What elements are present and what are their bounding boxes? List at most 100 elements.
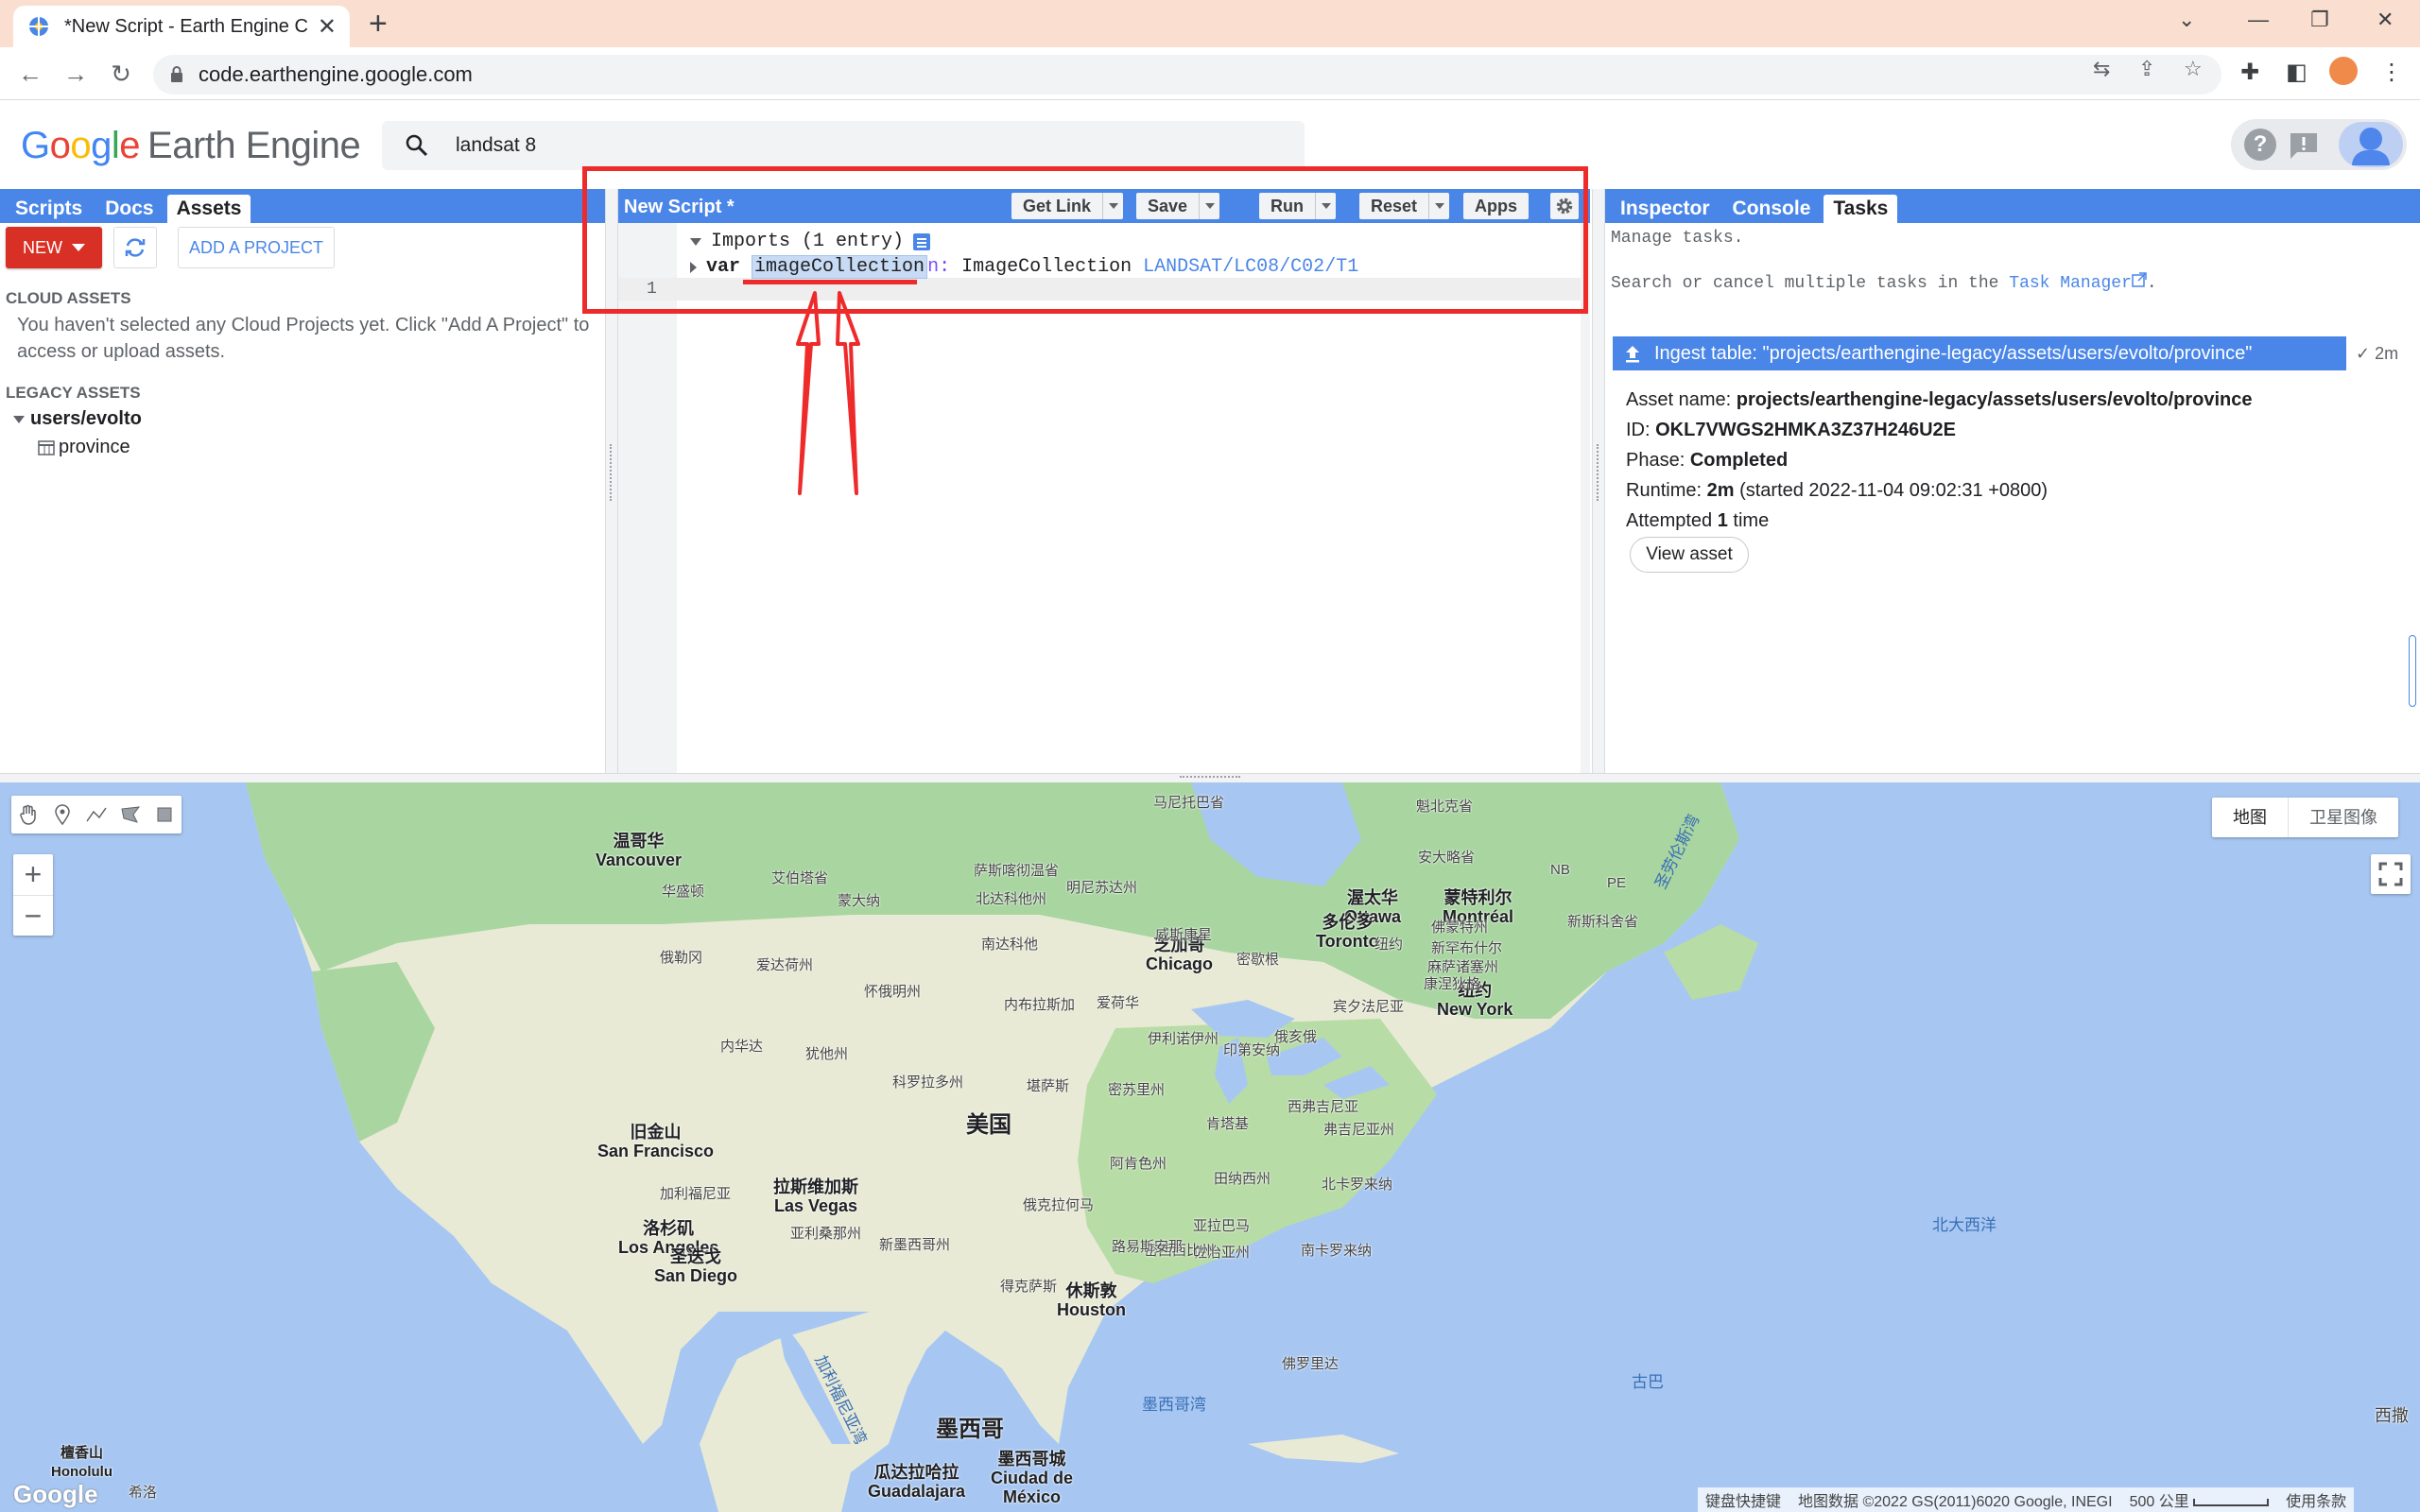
map-label: 密苏里州	[1108, 1082, 1166, 1098]
map-label: 堪萨斯	[1027, 1078, 1070, 1094]
close-window-icon[interactable]: ✕	[2377, 6, 2394, 34]
refresh-button[interactable]	[113, 227, 157, 268]
city-label: 瓜达拉哈拉 Guadalajara	[868, 1463, 965, 1501]
browser-tab-bar: *New Script - Earth Engine Co ✕ + ⌄ — ❐ …	[0, 0, 2420, 47]
browser-tab[interactable]: *New Script - Earth Engine Co ✕	[13, 6, 350, 47]
city-en: Vancouver	[596, 850, 683, 869]
attempted-count: 1	[1717, 510, 1728, 531]
runtime-started: (started 2022-11-04 09:02:31 +0800)	[1739, 480, 2048, 501]
new-button[interactable]: NEW	[6, 227, 102, 268]
search-icon	[406, 134, 428, 157]
expand-triangle-icon[interactable]	[13, 415, 25, 423]
help-icon[interactable]: ?	[2244, 129, 2276, 161]
caret-down-icon	[72, 244, 85, 251]
omnibox[interactable]: code.earthengine.google.com	[153, 55, 2221, 94]
extensions-icon[interactable]: ✚	[2240, 59, 2259, 86]
zoom-in-button[interactable]: +	[13, 854, 53, 895]
tab-docs[interactable]: Docs	[95, 195, 163, 223]
city-cn: 拉斯维加斯	[773, 1177, 858, 1196]
map-label: 纽约	[1374, 936, 1404, 953]
attempted-suffix: time	[1733, 510, 1770, 531]
runtime-label: Runtime:	[1626, 480, 1703, 501]
task-title: Ingest table: "projects/earthengine-lega…	[1654, 342, 2253, 364]
account-avatar[interactable]	[2339, 122, 2403, 167]
city-label: 休斯敦 Houston	[1057, 1281, 1126, 1319]
profile-avatar[interactable]	[2329, 57, 2358, 85]
search-box[interactable]	[382, 121, 1305, 170]
right-splitter[interactable]	[1592, 189, 1605, 773]
map-label: 印第安纳	[1223, 1042, 1281, 1058]
search-input[interactable]	[456, 134, 1212, 157]
logo-letter: l	[111, 125, 120, 166]
draw-polygon-icon[interactable]	[113, 796, 147, 833]
google-earth-engine-logo[interactable]: Google Earth Engine	[21, 125, 361, 167]
left-panel-tabs: Scripts Docs Assets	[0, 189, 605, 223]
view-asset-button[interactable]: View asset	[1630, 537, 1749, 573]
draw-line-icon[interactable]	[79, 796, 113, 833]
new-button-label: NEW	[23, 237, 62, 257]
map-label: 新罕布什尔	[1431, 940, 1503, 956]
tab-inspector[interactable]: Inspector	[1611, 195, 1720, 223]
add-marker-icon[interactable]	[45, 796, 79, 833]
bookmark-star-icon[interactable]: ☆	[2184, 57, 2203, 81]
task-row[interactable]: Ingest table: "projects/earthengine-lega…	[1613, 336, 2346, 370]
new-tab-icon[interactable]: +	[369, 8, 388, 40]
address-bar-row: ← → ↻ code.earthengine.google.com ⇆ ⇪ ☆	[0, 47, 2420, 100]
phase-label: Phase:	[1626, 450, 1685, 471]
city-cn: 渥太华	[1347, 888, 1398, 907]
map-splitter[interactable]	[0, 773, 2420, 782]
right-panel-scrollbar[interactable]	[2409, 635, 2416, 707]
browser-menu-icon[interactable]: ⋮	[2380, 59, 2403, 86]
add-project-button[interactable]: ADD A PROJECT	[178, 227, 335, 268]
tab-tasks[interactable]: Tasks	[1824, 195, 1898, 223]
basemap-graphic	[246, 782, 1758, 1512]
feedback-icon[interactable]	[2288, 130, 2320, 161]
asset-name-value: projects/earthengine-legacy/assets/users…	[1736, 389, 2253, 410]
pan-hand-icon[interactable]	[11, 796, 45, 833]
map-type-satellite-button[interactable]: 卫星图像	[2288, 798, 2398, 837]
map-label: 安大略省	[1418, 850, 1476, 866]
map-label: 魁北克省	[1416, 799, 1474, 815]
map-label: 康涅狄格	[1424, 976, 1481, 992]
cloud-assets-heading: CLOUD ASSETS	[6, 289, 131, 307]
tree-asset-province[interactable]: province	[38, 437, 130, 458]
city-en: San Francisco	[597, 1142, 715, 1160]
share-icon[interactable]: ⇪	[2138, 57, 2155, 81]
city-label: 旧金山 San Francisco	[597, 1123, 714, 1160]
tab-console[interactable]: Console	[1723, 195, 1821, 223]
map-label: 犹他州	[805, 1046, 849, 1062]
fullscreen-button[interactable]	[2371, 854, 2411, 894]
translate-icon[interactable]: ⇆	[2093, 57, 2110, 81]
map-label: 亚拉巴马	[1193, 1218, 1251, 1234]
reload-icon[interactable]: ↻	[104, 57, 138, 91]
map-type-control: 地图 卫星图像	[2212, 798, 2398, 837]
restore-icon[interactable]: ❐	[2310, 6, 2329, 34]
terms-link[interactable]: 使用条款	[2286, 1488, 2346, 1511]
draw-rectangle-icon[interactable]	[147, 796, 182, 833]
city-cn: 休斯敦	[1065, 1281, 1117, 1300]
zoom-out-button[interactable]: −	[13, 895, 53, 936]
map-label: 墨西哥湾	[1142, 1396, 1206, 1414]
lock-icon	[171, 66, 182, 82]
earth-engine-favicon-icon	[29, 17, 48, 36]
city-en: Honolulu	[51, 1464, 112, 1480]
map-label: 俄克拉何马	[1023, 1197, 1095, 1213]
map-label: 艾伯塔省	[771, 870, 829, 886]
tree-folder-users-evolto[interactable]: users/evolto	[13, 408, 142, 430]
map-type-map-button[interactable]: 地图	[2212, 798, 2288, 837]
close-tab-icon[interactable]: ✕	[318, 13, 337, 41]
google-watermark[interactable]: Google	[13, 1480, 98, 1509]
city-cn: 圣迭戈	[670, 1247, 721, 1266]
task-manager-link[interactable]: Task Manager	[2009, 274, 2132, 293]
map-label: 俄亥俄	[1274, 1029, 1318, 1045]
keyboard-shortcuts-link[interactable]: 键盘快捷键	[1705, 1488, 1781, 1511]
tab-search-icon[interactable]: ⌄	[2178, 6, 2195, 34]
tab-scripts[interactable]: Scripts	[6, 195, 92, 223]
side-panel-icon[interactable]: ◧	[2286, 59, 2308, 86]
forward-icon[interactable]: →	[59, 57, 93, 91]
city-en: Chicago	[1146, 954, 1214, 973]
map-view[interactable]: 美国 墨西哥 北大西洋 墨西哥湾 古巴 西撒 温哥华 Vancouver 渥太华 O…	[0, 782, 2420, 1512]
back-icon[interactable]: ←	[13, 57, 47, 91]
minimize-icon[interactable]: —	[2248, 6, 2269, 34]
tab-assets[interactable]: Assets	[166, 195, 251, 223]
